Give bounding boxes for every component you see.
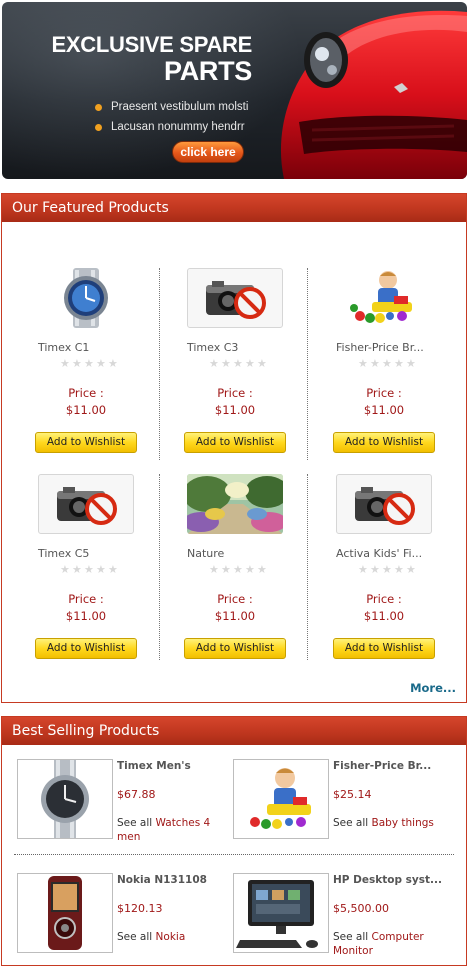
banner-bullets: Praesent vestibulum molsti Lacusan nonum… xyxy=(95,97,248,137)
product-name[interactable]: Nature xyxy=(187,547,224,560)
product-price: $11.00 xyxy=(363,609,405,623)
best-selling-section: Best Selling Products Timex Men's $67.88… xyxy=(1,716,467,966)
product-price: $11.00 xyxy=(65,403,107,417)
add-to-wishlist-button[interactable]: Add to Wishlist xyxy=(333,638,435,659)
price-label: Price : xyxy=(217,386,253,400)
banner-title-line2: PARTS xyxy=(163,56,252,86)
garden-painting[interactable] xyxy=(187,474,283,534)
product-name[interactable]: Timex C1 xyxy=(38,341,89,354)
price-label: Price : xyxy=(68,386,104,400)
more-link[interactable]: More... xyxy=(410,681,456,695)
featured-heading: Our Featured Products xyxy=(2,194,466,222)
product-price: $11.00 xyxy=(65,609,107,623)
no-image-camera-icon[interactable] xyxy=(187,268,283,328)
product-name[interactable]: Timex C3 xyxy=(187,341,238,354)
best-seller-item: Fisher-Price Br... $25.14 See all Baby t… xyxy=(233,759,455,841)
banner-title: EXCLUSIVE SPARE PARTS xyxy=(32,32,253,86)
product-card: Timex C3 ★ ★ ★ ★ ★ Price : $11.00 Add to Wis… xyxy=(184,268,335,468)
see-all-label: See all xyxy=(117,817,153,829)
wristwatch-photo[interactable] xyxy=(17,759,113,839)
product-name[interactable]: Timex Men's xyxy=(117,760,191,772)
see-all-label: See all xyxy=(333,817,369,829)
see-all-label: See all xyxy=(333,931,369,943)
category-link[interactable]: Baby things xyxy=(372,817,434,829)
row-separator xyxy=(14,854,454,855)
best-seller-item: Timex Men's $67.88 See all Watches 4 men xyxy=(17,759,239,844)
product-name[interactable]: Activa Kids' Fi... xyxy=(336,547,422,560)
rating-stars: ★ ★ ★ ★ ★ xyxy=(60,563,118,576)
promo-banner[interactable]: EXCLUSIVE SPARE PARTS Praesent vestibulu… xyxy=(2,2,467,179)
add-to-wishlist-button[interactable]: Add to Wishlist xyxy=(333,432,435,453)
price-label: Price : xyxy=(217,592,253,606)
phone-photo[interactable] xyxy=(17,873,113,953)
no-image-camera-icon[interactable] xyxy=(336,474,432,534)
red-car-image xyxy=(280,10,467,179)
product-card: Timex C5 ★ ★ ★ ★ ★ Price : $11.00 Add to Wis… xyxy=(35,474,186,674)
product-price: $120.13 xyxy=(117,902,163,915)
banner-bullet-text: Praesent vestibulum molsti xyxy=(111,101,249,113)
product-price: $11.00 xyxy=(214,403,256,417)
best-seller-item: HP Desktop syst... $5,500.00 See all Com… xyxy=(233,873,455,958)
product-name[interactable]: Fisher-Price Br... xyxy=(336,341,424,354)
bullet-dot-icon xyxy=(95,103,102,111)
bullet-dot-icon xyxy=(95,123,102,131)
product-card: Timex C1 ★ ★ ★ ★ ★ Price : $11.00 Add to Wis… xyxy=(35,268,186,468)
see-all-line: See all Baby things xyxy=(333,816,451,830)
see-all-line: See all Nokia xyxy=(117,930,235,944)
watch-icon[interactable] xyxy=(38,268,134,328)
click-here-button[interactable]: click here xyxy=(172,141,244,163)
desktop-photo[interactable] xyxy=(233,873,329,953)
best-seller-item: Nokia N131108 $120.13 See all Nokia xyxy=(17,873,239,955)
add-to-wishlist-button[interactable]: Add to Wishlist xyxy=(35,638,137,659)
banner-bullet: Praesent vestibulum molsti xyxy=(95,97,248,117)
add-to-wishlist-button[interactable]: Add to Wishlist xyxy=(184,432,286,453)
product-price: $5,500.00 xyxy=(333,902,389,915)
product-card: Fisher-Price Br... ★ ★ ★ ★ ★ Price : $11.00 … xyxy=(333,268,470,468)
product-name[interactable]: Fisher-Price Br... xyxy=(333,760,431,772)
banner-title-line1: EXCLUSIVE SPARE xyxy=(51,32,253,57)
product-price: $67.88 xyxy=(117,788,156,801)
product-price: $25.14 xyxy=(333,788,372,801)
toy-photo[interactable] xyxy=(233,759,329,839)
product-name[interactable]: HP Desktop syst... xyxy=(333,874,442,886)
toy-photo[interactable] xyxy=(336,268,432,328)
see-all-label: See all xyxy=(117,931,153,943)
add-to-wishlist-button[interactable]: Add to Wishlist xyxy=(35,432,137,453)
price-label: Price : xyxy=(366,592,402,606)
no-image-camera-icon[interactable] xyxy=(38,474,134,534)
price-label: Price : xyxy=(68,592,104,606)
price-label: Price : xyxy=(366,386,402,400)
rating-stars: ★ ★ ★ ★ ★ xyxy=(209,563,267,576)
product-price: $11.00 xyxy=(214,609,256,623)
see-all-line: See all Computer Monitor xyxy=(333,930,451,958)
featured-products-section: Our Featured Products Timex C1 ★ ★ ★ ★ ★ Pri… xyxy=(1,193,467,703)
product-card: Nature ★ ★ ★ ★ ★ Price : $11.00 Add to Wishl… xyxy=(184,474,335,674)
banner-glow xyxy=(2,2,302,179)
rating-stars: ★ ★ ★ ★ ★ xyxy=(60,357,118,370)
banner-bullet: Lacusan nonummy hendrr xyxy=(95,117,248,137)
see-all-line: See all Watches 4 men xyxy=(117,816,235,844)
add-to-wishlist-button[interactable]: Add to Wishlist xyxy=(184,638,286,659)
banner-bullet-text: Lacusan nonummy hendrr xyxy=(111,121,245,133)
rating-stars: ★ ★ ★ ★ ★ xyxy=(358,563,416,576)
product-name[interactable]: Timex C5 xyxy=(38,547,89,560)
rating-stars: ★ ★ ★ ★ ★ xyxy=(209,357,267,370)
rating-stars: ★ ★ ★ ★ ★ xyxy=(358,357,416,370)
product-card: Activa Kids' Fi... ★ ★ ★ ★ ★ Price : $11.00 … xyxy=(333,474,470,674)
category-link[interactable]: Nokia xyxy=(156,931,186,943)
best-selling-heading: Best Selling Products xyxy=(2,717,466,745)
product-name[interactable]: Nokia N131108 xyxy=(117,874,207,886)
product-price: $11.00 xyxy=(363,403,405,417)
